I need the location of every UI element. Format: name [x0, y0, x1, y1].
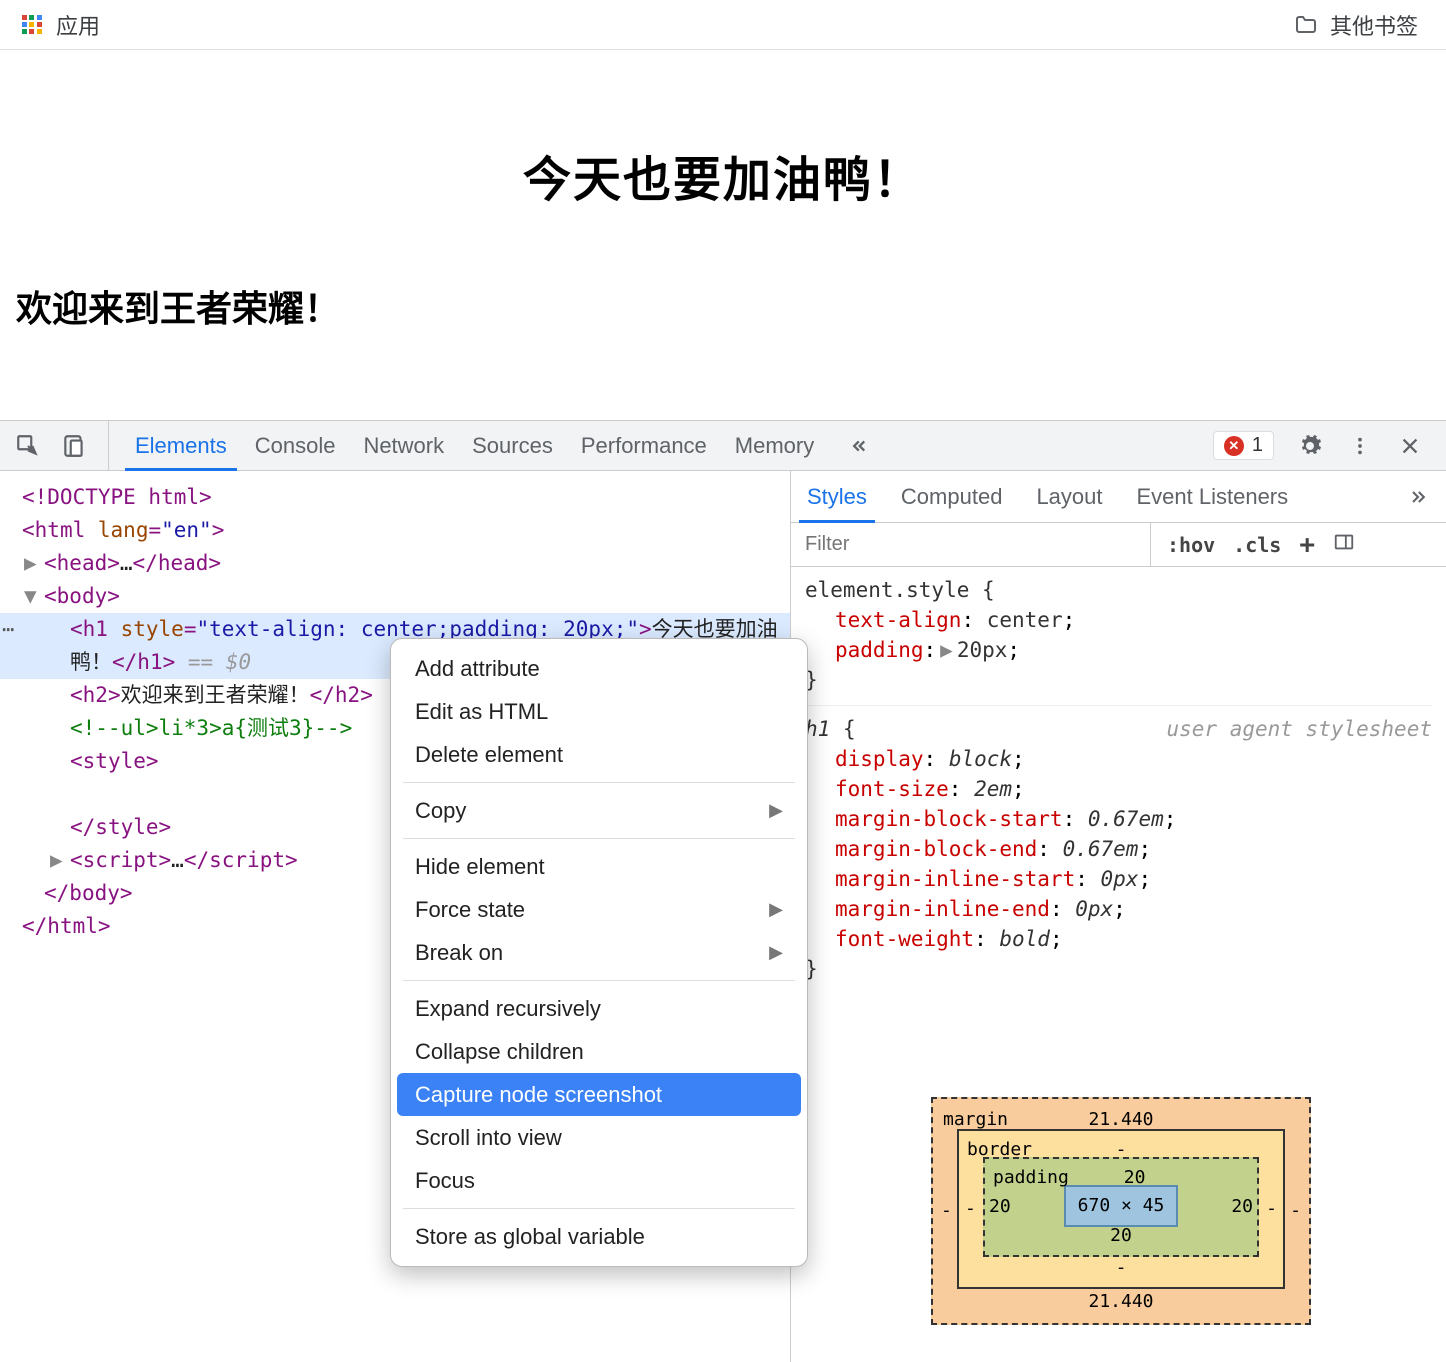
error-badge[interactable]: ✕ 1	[1213, 431, 1274, 460]
ctx-delete-element[interactable]: Delete element	[391, 733, 807, 776]
apps-label[interactable]: 应用	[56, 9, 100, 41]
ctx-separator	[403, 838, 795, 839]
ctx-separator	[403, 980, 795, 981]
ctx-hide-element[interactable]: Hide element	[391, 845, 807, 888]
tab-network[interactable]: Network	[363, 421, 444, 470]
chevron-right-icon: ▶	[769, 800, 783, 821]
ua-stylesheet-note: user agent stylesheet	[1166, 714, 1432, 744]
styles-tabs: Styles Computed Layout Event Listeners	[791, 471, 1446, 523]
ctx-store-global[interactable]: Store as global variable	[391, 1215, 807, 1258]
devtools-toolbar-left	[0, 421, 109, 470]
devtools-tabs: Elements Console Network Sources Perform…	[109, 421, 1213, 470]
styles-panel: Styles Computed Layout Event Listeners :…	[790, 471, 1446, 1362]
ctx-edit-html[interactable]: Edit as HTML	[391, 690, 807, 733]
ctx-focus[interactable]: Focus	[391, 1159, 807, 1202]
hov-button[interactable]: :hov	[1167, 533, 1215, 557]
ctx-force-state[interactable]: Force state▶	[391, 888, 807, 931]
expand-tri-icon[interactable]: ▶	[940, 635, 953, 665]
chevron-right-icon: ▶	[769, 942, 783, 963]
error-count: 1	[1252, 434, 1263, 457]
styles-tabs-overflow-icon[interactable]	[1404, 483, 1432, 511]
toggle-sidebar-icon[interactable]	[1333, 531, 1355, 558]
bookmarks-right[interactable]: 其他书签	[1294, 9, 1418, 41]
tab-console[interactable]: Console	[255, 421, 336, 470]
tab-layout[interactable]: Layout	[1036, 471, 1102, 522]
ctx-separator	[403, 1208, 795, 1209]
devtools-toolbar: Elements Console Network Sources Perform…	[0, 421, 1446, 471]
h1-rule: user agent stylesheet h1 { display: bloc…	[805, 714, 1432, 994]
inspect-icon[interactable]	[14, 432, 42, 460]
dots-icon: ⋯	[0, 613, 14, 646]
folder-icon	[1294, 13, 1318, 37]
device-icon[interactable]	[60, 432, 88, 460]
other-bookmarks-label: 其他书签	[1330, 9, 1418, 41]
styles-filter-bar: :hov .cls +	[791, 523, 1446, 567]
page-content: 今天也要加油鸭！ 欢迎来到王者荣耀！	[0, 120, 1446, 332]
close-icon[interactable]	[1396, 432, 1424, 460]
tab-event-listeners[interactable]: Event Listeners	[1137, 471, 1289, 522]
ctx-scroll-into-view[interactable]: Scroll into view	[391, 1116, 807, 1159]
ctx-separator	[403, 782, 795, 783]
tab-performance[interactable]: Performance	[581, 421, 707, 470]
plus-icon[interactable]: +	[1299, 530, 1315, 560]
gear-icon[interactable]	[1296, 432, 1324, 460]
devtools-toolbar-right: ✕ 1	[1213, 431, 1446, 460]
bookmarks-left: 应用	[22, 9, 100, 41]
doctype: <!DOCTYPE html>	[22, 485, 212, 509]
ctx-capture-screenshot[interactable]: Capture node screenshot	[397, 1073, 801, 1116]
ctx-break-on[interactable]: Break on▶	[391, 931, 807, 974]
kebab-icon[interactable]	[1346, 432, 1374, 460]
box-model: margin 21.440 - - 21.440 border - - - -	[931, 1097, 1311, 1325]
chevron-right-icon: ▶	[769, 899, 783, 920]
ctx-collapse-children[interactable]: Collapse children	[391, 1030, 807, 1073]
tabs-overflow-icon[interactable]	[842, 432, 870, 460]
styles-filter-input[interactable]	[791, 523, 1151, 566]
styles-body[interactable]: element.style { text-align: center; padd…	[791, 567, 1446, 1362]
cls-button[interactable]: .cls	[1233, 533, 1281, 557]
apps-icon[interactable]	[22, 15, 42, 35]
styles-actions: :hov .cls +	[1151, 530, 1355, 560]
tab-memory[interactable]: Memory	[735, 421, 814, 470]
tab-sources[interactable]: Sources	[472, 421, 553, 470]
page-heading-2: 欢迎来到王者荣耀！	[0, 280, 1446, 332]
bookmarks-bar: 应用 其他书签	[0, 0, 1446, 50]
tab-styles[interactable]: Styles	[807, 471, 867, 522]
ctx-expand-recursively[interactable]: Expand recursively	[391, 987, 807, 1030]
ctx-copy[interactable]: Copy▶	[391, 789, 807, 832]
context-menu: Add attribute Edit as HTML Delete elemen…	[390, 638, 808, 1267]
error-circle-icon: ✕	[1224, 436, 1244, 456]
ctx-add-attribute[interactable]: Add attribute	[391, 647, 807, 690]
tab-computed[interactable]: Computed	[901, 471, 1003, 522]
page-heading-1: 今天也要加油鸭！	[0, 120, 1446, 230]
tab-elements[interactable]: Elements	[135, 421, 227, 470]
element-style-rule: element.style { text-align: center; padd…	[805, 575, 1432, 706]
